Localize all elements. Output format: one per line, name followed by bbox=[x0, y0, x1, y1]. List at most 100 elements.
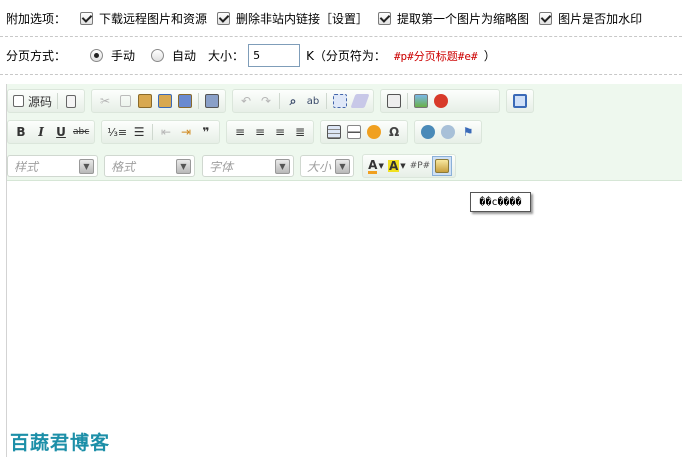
format-dropdown[interactable]: 格式 ▼ bbox=[104, 155, 195, 177]
link-button[interactable] bbox=[418, 122, 438, 142]
tooltip: ��c���� bbox=[470, 192, 531, 212]
bold-button[interactable]: B bbox=[11, 122, 31, 142]
preview-button[interactable] bbox=[384, 91, 404, 111]
size-input[interactable] bbox=[248, 44, 301, 67]
dede-button[interactable] bbox=[432, 156, 453, 176]
special-char-button[interactable]: Ω bbox=[384, 122, 404, 142]
page-break-button[interactable]: #P# bbox=[408, 156, 433, 176]
bg-color-button[interactable]: A ▼ bbox=[386, 156, 408, 176]
rich-text-editor[interactable]: 源码 ✂ ↶ ↷ ⌕ ab B I U abc ⅓≡ ☰ ⇤ ⇥ ❞ ≡ ≡ ≡… bbox=[6, 84, 682, 457]
align-left-button[interactable]: ≡ bbox=[230, 122, 250, 142]
separator bbox=[407, 93, 409, 109]
document-icon bbox=[66, 94, 77, 108]
align-right-icon: ≡ bbox=[275, 125, 286, 139]
toolbar-row-1: 源码 ✂ ↶ ↷ ⌕ ab bbox=[7, 88, 540, 114]
table-button[interactable] bbox=[324, 122, 344, 142]
remove-format-button[interactable] bbox=[350, 91, 370, 111]
paging-manual-label: 手动 bbox=[111, 49, 136, 63]
undo-icon: ↶ bbox=[240, 94, 252, 108]
watermark-option[interactable]: 图片是否加水印 bbox=[539, 10, 642, 27]
anchor-button[interactable]: ⚑ bbox=[458, 122, 478, 142]
source-group: 源码 bbox=[7, 89, 86, 113]
image-icon bbox=[414, 94, 429, 108]
thumbnail-label: 提取第一个图片为缩略图 bbox=[397, 11, 530, 26]
download-remote-option[interactable]: 下载远程图片和资源 bbox=[80, 10, 207, 27]
thumbnail-checkbox[interactable] bbox=[378, 11, 392, 25]
insert-group bbox=[380, 89, 501, 113]
unlink-button[interactable] bbox=[438, 122, 458, 142]
maximize-group bbox=[506, 89, 535, 113]
download-remote-label: 下载远程图片和资源 bbox=[99, 11, 208, 26]
size-dropdown-value: 大小 bbox=[307, 159, 332, 174]
toolbar-row-2: B I U abc ⅓≡ ☰ ⇤ ⇥ ❞ ≡ ≡ ≡ ≣ Ω ⚑ bbox=[7, 119, 488, 145]
strike-icon: abc bbox=[73, 127, 90, 137]
font-dropdown[interactable]: 字体 ▼ bbox=[202, 155, 294, 177]
underline-button[interactable]: U bbox=[51, 122, 71, 142]
paste-word-button[interactable] bbox=[175, 91, 195, 111]
italic-icon: I bbox=[38, 125, 44, 139]
download-remote-checkbox[interactable] bbox=[80, 11, 94, 25]
separator-code: #p#分页标题#e# bbox=[393, 49, 478, 63]
basic-style-group: B I U abc bbox=[7, 120, 96, 144]
cut-button[interactable]: ✂ bbox=[95, 91, 115, 111]
remove-links-option[interactable]: 删除非站内链接［设置］ bbox=[217, 10, 368, 27]
paste-text-button[interactable] bbox=[155, 91, 175, 111]
redo-button[interactable]: ↷ bbox=[256, 91, 276, 111]
undo-button[interactable]: ↶ bbox=[236, 91, 256, 111]
thumbnail-option[interactable]: 提取第一个图片为缩略图 bbox=[378, 10, 529, 27]
bold-icon: B bbox=[16, 125, 26, 139]
blockquote-icon: ❞ bbox=[202, 125, 210, 139]
paste-button[interactable] bbox=[135, 91, 155, 111]
separator bbox=[326, 93, 328, 109]
outdent-button[interactable]: ⇤ bbox=[156, 122, 176, 142]
chevron-down-icon: ▼ bbox=[400, 162, 406, 170]
page-break-icon: #P# bbox=[409, 161, 431, 171]
document-button[interactable] bbox=[61, 91, 81, 111]
chevron-down-icon: ▼ bbox=[176, 158, 191, 174]
maximize-button[interactable] bbox=[510, 91, 530, 111]
source-button[interactable]: 源码 bbox=[11, 91, 54, 111]
paging-manual-option[interactable]: 手动 bbox=[90, 47, 135, 64]
remove-links-checkbox[interactable] bbox=[217, 11, 231, 25]
paging-row: 分页方式： 手动 自动 大小： K（分页符为： #p#分页标题#e# ） bbox=[0, 37, 682, 75]
horizontal-rule-button[interactable] bbox=[344, 122, 364, 142]
bulleted-list-icon: ☰ bbox=[133, 125, 145, 139]
align-justify-button[interactable]: ≣ bbox=[290, 122, 310, 142]
chevron-down-icon: ▼ bbox=[275, 158, 290, 174]
bulleted-list-button[interactable]: ☰ bbox=[129, 122, 149, 142]
unit-text: K（分页符为： bbox=[306, 49, 386, 63]
strike-button[interactable]: abc bbox=[71, 122, 91, 142]
image-button[interactable] bbox=[411, 91, 431, 111]
source-label: 源码 bbox=[28, 94, 53, 109]
flash-button[interactable] bbox=[431, 91, 451, 111]
size-dropdown[interactable]: 大小 ▼ bbox=[300, 155, 354, 177]
size-label: 大小： bbox=[208, 49, 245, 63]
text-color-button[interactable]: A ▼ bbox=[366, 156, 386, 176]
align-center-button[interactable]: ≡ bbox=[250, 122, 270, 142]
watermark-checkbox[interactable] bbox=[539, 11, 553, 25]
align-right-button[interactable]: ≡ bbox=[270, 122, 290, 142]
paging-auto-radio[interactable] bbox=[151, 49, 165, 62]
remove-format-icon bbox=[350, 94, 370, 108]
replace-button[interactable]: ab bbox=[303, 91, 323, 111]
italic-button[interactable]: I bbox=[31, 122, 51, 142]
flash-icon bbox=[434, 94, 449, 108]
print-button[interactable] bbox=[202, 91, 222, 111]
close-paren: ） bbox=[483, 49, 496, 63]
indent-button[interactable]: ⇥ bbox=[176, 122, 196, 142]
align-justify-icon: ≣ bbox=[295, 125, 306, 139]
find-button[interactable]: ⌕ bbox=[283, 91, 303, 111]
copy-button[interactable] bbox=[115, 91, 135, 111]
redo-icon: ↷ bbox=[260, 94, 272, 108]
separator bbox=[57, 93, 59, 109]
smiley-button[interactable] bbox=[364, 122, 384, 142]
paste-text-icon bbox=[158, 94, 173, 108]
blockquote-button[interactable]: ❞ bbox=[196, 122, 216, 142]
paging-auto-option[interactable]: 自动 bbox=[151, 47, 196, 64]
numbered-list-button[interactable]: ⅓≡ bbox=[105, 122, 129, 142]
select-all-button[interactable] bbox=[330, 91, 350, 111]
paging-manual-radio[interactable] bbox=[90, 49, 104, 62]
outdent-icon: ⇤ bbox=[161, 125, 172, 139]
style-dropdown[interactable]: 样式 ▼ bbox=[7, 155, 98, 177]
color-group: A ▼ A ▼ #P# bbox=[362, 154, 457, 178]
